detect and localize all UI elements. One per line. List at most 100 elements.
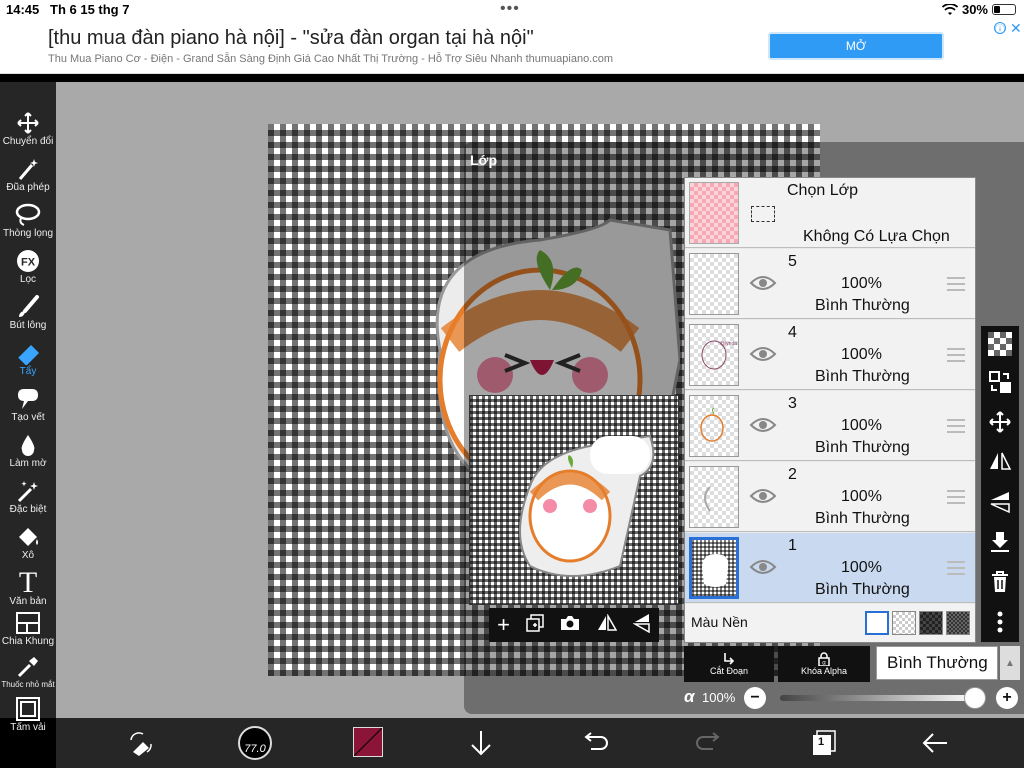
bucket-icon (14, 524, 42, 550)
move-layer-icon[interactable] (986, 408, 1014, 436)
flip-horizontal-icon[interactable] (597, 612, 617, 637)
layer-blend-mode: Bình Thường (815, 581, 910, 598)
background-label: Màu Nền (691, 614, 748, 630)
layer-number: 1 (788, 537, 797, 554)
ad-close-icon[interactable]: ✕ (1010, 20, 1022, 37)
drag-handle-icon[interactable] (947, 561, 965, 579)
bg-swatch-transparent[interactable] (892, 611, 916, 635)
tool-lasso[interactable]: Thòng lọng (0, 202, 56, 239)
tool-eraser[interactable]: Tẩy (0, 340, 56, 377)
fx-icon: FX (14, 248, 42, 274)
eye-icon[interactable] (749, 415, 777, 435)
tool-bucket[interactable]: Xô (0, 524, 56, 561)
blend-mode-arrow-icon[interactable]: ▲ (1000, 646, 1020, 680)
drag-handle-icon[interactable] (947, 419, 965, 437)
layer-side-toolbar (981, 326, 1019, 642)
tool-smudge[interactable]: Tạo vết (0, 386, 56, 423)
svg-text:FX: FX (21, 257, 36, 269)
alpha-lock-button[interactable]: α Khóa Alpha (778, 646, 870, 682)
merge-down-icon[interactable] (986, 528, 1014, 556)
selection-thumbnail (689, 182, 739, 244)
trash-icon[interactable] (986, 568, 1014, 596)
eye-icon[interactable] (749, 557, 777, 577)
ad-banner[interactable]: [thu mua đàn piano hà nội] - "sửa đàn or… (0, 20, 1024, 74)
tool-canvas[interactable]: Tấm vải (0, 696, 56, 733)
tool-label: Xô (21, 550, 35, 561)
opacity-slider[interactable] (780, 695, 976, 701)
drag-handle-icon[interactable] (947, 277, 965, 295)
layer-row-selected[interactable]: 1 100% Bình Thường (685, 533, 975, 603)
eye-icon[interactable] (749, 486, 777, 506)
drag-handle-icon[interactable] (947, 348, 965, 366)
layer-row[interactable]: 3 100% Bình Thường (685, 391, 975, 461)
layer-opacity: 100% (841, 417, 882, 434)
flip-layer-vertical-icon[interactable] (986, 488, 1014, 516)
brush-size-indicator[interactable]: 77.0 (238, 726, 272, 760)
tool-frame-divider[interactable]: Chia Khung (0, 610, 56, 647)
tool-magic-wand[interactable]: Đũa phép (0, 156, 56, 193)
ad-open-button[interactable]: MỞ (768, 32, 944, 60)
status-bar: 14:45 Th 6 15 thg 7 ••• 30% (0, 0, 1024, 20)
flip-layer-horizontal-icon[interactable] (986, 448, 1014, 476)
layer-thumbnail (689, 395, 739, 457)
tool-label: Tẩy (19, 366, 37, 377)
multitasking-dots-icon[interactable]: ••• (500, 0, 520, 18)
layer-row[interactable]: 5 100% Bình Thường (685, 249, 975, 319)
selection-layer[interactable]: Chọn Lớp Không Có Lựa Chọn (685, 178, 975, 248)
swap-tool-icon[interactable] (124, 726, 158, 760)
ad-title[interactable]: [thu mua đàn piano hà nội] - "sửa đàn or… (48, 27, 534, 50)
undo-icon[interactable] (578, 726, 612, 760)
smudge-icon (14, 386, 42, 412)
special-icon (14, 478, 42, 504)
drag-handle-icon[interactable] (947, 490, 965, 508)
opacity-slider-knob[interactable] (964, 687, 986, 709)
eye-icon[interactable] (749, 273, 777, 293)
opacity-decrease-button[interactable]: − (744, 687, 766, 709)
layers-count-icon[interactable]: 1 (806, 726, 840, 760)
tool-label: Chia Khung (1, 636, 55, 647)
tool-transform[interactable]: Chuyển đổi (0, 110, 56, 147)
tool-special[interactable]: Đặc biệt (0, 478, 56, 515)
tool-eyedropper[interactable]: Thuốc nhỏ mắt (0, 654, 56, 689)
blur-icon (14, 432, 42, 458)
duplicate-layer-icon[interactable] (526, 613, 544, 637)
lasso-icon (14, 202, 42, 228)
flip-vertical-icon[interactable] (632, 613, 651, 638)
bg-swatch-gray-checker[interactable] (946, 611, 970, 635)
layer-preview (469, 395, 679, 605)
tool-label: Tạo vết (11, 412, 45, 423)
tool-label: Chuyển đổi (2, 136, 54, 147)
tool-label: Lọc (19, 274, 37, 285)
camera-icon[interactable] (560, 615, 580, 636)
alpha-lock-label: Khóa Alpha (800, 666, 848, 676)
tool-blur[interactable]: Làm mờ (0, 432, 56, 469)
blend-mode-select[interactable]: Bình Thường (876, 646, 998, 680)
move-icon (14, 110, 42, 136)
layers-count: 1 (818, 736, 825, 748)
back-arrow-icon[interactable] (918, 726, 952, 760)
add-layer-icon[interactable]: + (497, 612, 510, 638)
download-arrow-icon[interactable] (464, 726, 498, 760)
layer-number: 4 (788, 324, 797, 341)
tool-brush[interactable]: Bút lông (0, 294, 56, 331)
layer-row[interactable]: @lynda 4 100% Bình Thường (685, 320, 975, 390)
layer-thumbnail (689, 537, 739, 599)
checker-icon[interactable] (986, 330, 1014, 358)
ad-subtitle: Thu Mua Piano Cơ - Điện - Grand Sẵn Sàng… (48, 53, 614, 65)
opacity-row: α 100% − + (680, 684, 1024, 712)
opacity-increase-button[interactable]: + (996, 687, 1018, 709)
layer-number: 2 (788, 466, 797, 483)
tool-text[interactable]: T Văn bản (0, 566, 56, 607)
layer-row[interactable]: 2 100% Bình Thường (685, 462, 975, 532)
layer-transform-icon[interactable] (986, 368, 1014, 396)
redo-icon[interactable] (692, 726, 726, 760)
eye-icon[interactable] (749, 344, 777, 364)
ad-info-icon[interactable]: ⓘ (994, 22, 1006, 36)
current-color-swatch[interactable] (353, 727, 383, 757)
bg-swatch-dark-checker[interactable] (919, 611, 943, 635)
bg-swatch-white[interactable] (865, 611, 889, 635)
tool-filter[interactable]: FX Lọc (0, 248, 56, 285)
more-vertical-icon[interactable] (986, 608, 1014, 636)
clipping-button[interactable]: Cắt Đoạn (684, 646, 774, 682)
layer-panel-title: Lớp (470, 152, 498, 168)
